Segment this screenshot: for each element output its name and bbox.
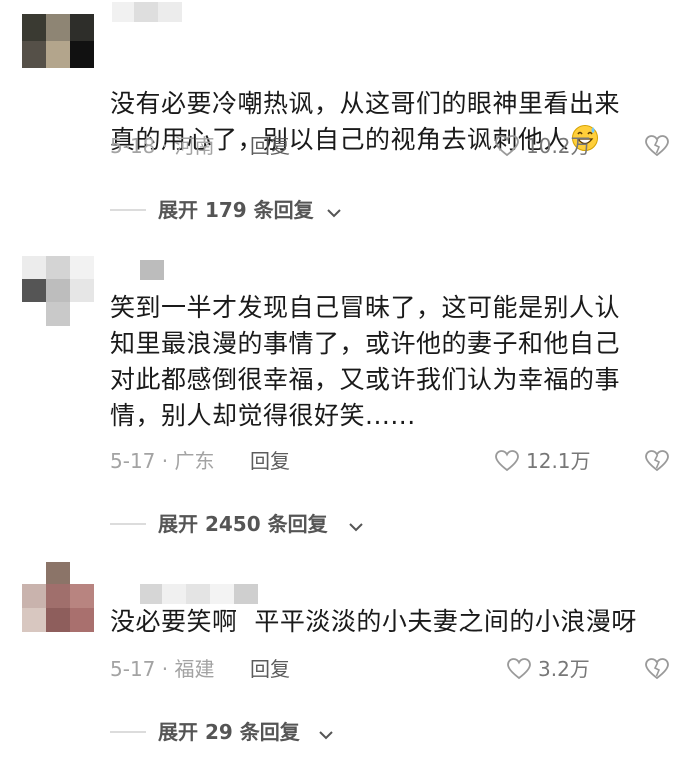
- expand-divider: [110, 523, 146, 525]
- like-count: 3.2万: [538, 657, 590, 681]
- comment-text: 笑到一半才发现自己冒昧了，这可能是别人认 知里最浪漫的事情了，或许他的妻子和他自…: [110, 293, 621, 430]
- avatar[interactable]: [22, 256, 94, 326]
- heart-outline-icon: [495, 450, 519, 472]
- reply-button[interactable]: 回复: [250, 134, 290, 158]
- username-blurred[interactable]: [112, 2, 182, 22]
- like-count: 10.2万: [526, 134, 591, 158]
- broken-heart-icon: [645, 450, 669, 472]
- heart-outline-icon: [495, 135, 519, 157]
- chevron-down-icon: [348, 518, 364, 537]
- dislike-button[interactable]: [644, 657, 670, 685]
- broken-heart-icon: [645, 658, 669, 680]
- dislike-button[interactable]: [644, 134, 670, 162]
- comment-date-location: 5-17 · 广东: [110, 449, 215, 473]
- expand-replies-label: 展开 179 条回复: [158, 198, 314, 222]
- avatar[interactable]: [22, 562, 94, 632]
- comment-date-location: 5-18 · 河南: [110, 134, 215, 158]
- username-blurred[interactable]: [140, 260, 164, 280]
- expand-replies-label: 展开 29 条回复: [158, 720, 300, 744]
- username-blurred[interactable]: [140, 584, 260, 604]
- chevron-down-icon: [326, 204, 342, 223]
- avatar[interactable]: [22, 14, 94, 68]
- comment-text: 没必要笑啊 平平淡淡的小夫妻之间的小浪漫呀: [110, 607, 637, 636]
- comment-list: 没有必要冷嘲热讽，从这哥们的眼神里看出来 真的用心了，别以自己的视角去讽刺他人 …: [0, 0, 700, 768]
- expand-replies-label: 展开 2450 条回复: [158, 512, 328, 536]
- dislike-button[interactable]: [644, 449, 670, 477]
- chevron-down-icon: [318, 726, 334, 745]
- expand-divider: [110, 731, 146, 733]
- like-count: 12.1万: [526, 449, 591, 473]
- comment-date-location: 5-17 · 福建: [110, 657, 215, 681]
- heart-outline-icon: [507, 658, 531, 680]
- reply-button[interactable]: 回复: [250, 449, 290, 473]
- broken-heart-icon: [645, 135, 669, 157]
- expand-divider: [110, 209, 146, 211]
- reply-button[interactable]: 回复: [250, 657, 290, 681]
